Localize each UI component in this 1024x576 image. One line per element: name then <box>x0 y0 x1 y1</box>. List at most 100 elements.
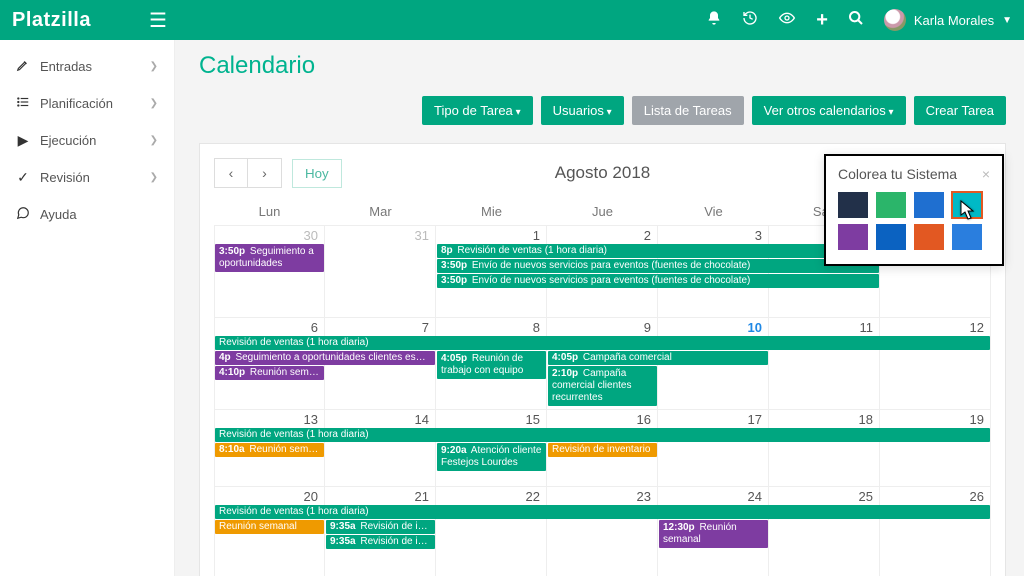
task-type-dropdown[interactable]: Tipo de Tarea <box>422 96 533 125</box>
menu-toggle-icon[interactable]: ☰ <box>149 8 167 33</box>
day-cell[interactable]: 22 <box>436 487 547 576</box>
prev-month-button[interactable]: ‹ <box>214 158 248 188</box>
calendar-event[interactable]: 4p Seguimiento a oportunidades clientes … <box>215 351 435 365</box>
calendar-event[interactable]: Revisión de ventas (1 hora diaria) <box>215 336 990 350</box>
users-dropdown[interactable]: Usuarios <box>541 96 624 125</box>
color-swatch[interactable] <box>876 192 906 218</box>
sidebar-item-ayuda[interactable]: Ayuda <box>0 196 174 233</box>
calendar-event[interactable]: 4:05p Campaña comercial <box>548 351 768 365</box>
user-name: Karla Morales <box>914 13 994 28</box>
day-cell[interactable]: 19 <box>880 410 991 486</box>
calendar-event[interactable]: 8:10a Reunión semanal <box>215 443 324 457</box>
plus-icon[interactable]: + <box>816 9 828 32</box>
day-number: 8 <box>436 318 546 335</box>
dow-cell: Mie <box>436 204 547 219</box>
calendar-event[interactable]: 3:50p Envío de nuevos servicios para eve… <box>437 274 879 288</box>
color-swatch[interactable] <box>914 192 944 218</box>
day-cell[interactable]: 31 <box>325 226 436 317</box>
day-cell[interactable]: 26 <box>880 487 991 576</box>
event-time: 3:50p <box>441 275 467 286</box>
day-number: 14 <box>325 410 435 427</box>
event-time: 4p <box>219 352 231 363</box>
eye-icon[interactable] <box>778 10 796 31</box>
day-number: 11 <box>769 318 879 335</box>
day-number: 26 <box>880 487 990 504</box>
calendar-event[interactable]: 4:10p Reunión semanal <box>215 366 324 380</box>
day-number: 17 <box>658 410 768 427</box>
day-number: 31 <box>325 226 435 243</box>
day-number: 1 <box>436 226 546 243</box>
calendar-event[interactable]: 3:50p Seguimiento a oportunidades <box>215 244 324 272</box>
create-task-button[interactable]: Crear Tarea <box>914 96 1006 125</box>
calendar-event[interactable]: Revisión de ventas (1 hora diaria) <box>215 505 990 519</box>
calendar-event[interactable]: 4:05p Reunión de trabajo con equipo <box>437 351 546 379</box>
event-time: 12:30p <box>663 522 695 533</box>
day-cell[interactable]: 23 <box>547 487 658 576</box>
color-swatch[interactable] <box>952 224 982 250</box>
event-time: 9:35a <box>330 536 356 547</box>
color-swatch[interactable] <box>952 192 982 218</box>
calendar-event[interactable]: Reunión semanal <box>215 520 324 534</box>
popover-title: Colorea tu Sistema <box>838 166 957 182</box>
calendar-week: 20212223242526 Revisión de ventas (1 hor… <box>214 486 991 576</box>
event-title: Reunión semanal <box>247 367 324 378</box>
day-cell[interactable]: 14 <box>325 410 436 486</box>
sidebar-item-planificacion[interactable]: Planificación ❯ <box>0 85 174 122</box>
event-time: 4:05p <box>552 352 578 363</box>
event-time: 2:10p <box>552 368 578 379</box>
day-number: 25 <box>769 487 879 504</box>
app-logo: Platzilla <box>12 9 91 32</box>
event-title: Revisión de inventario <box>358 536 435 547</box>
check-icon: ✓ <box>16 169 30 186</box>
bell-icon[interactable] <box>706 10 722 31</box>
event-title: Revisión de ventas (1 hora diaria) <box>219 429 369 440</box>
calendar-event[interactable]: 9:35a Revisión de inventario <box>326 520 435 534</box>
event-title: Revisión de ventas (1 hora diaria) <box>219 337 369 348</box>
color-swatch[interactable] <box>838 192 868 218</box>
event-time: 8p <box>441 245 453 256</box>
sidebar: Entradas ❯ Planificación ❯ ▶Ejecución ❯ … <box>0 40 175 576</box>
task-list-button[interactable]: Lista de Tareas <box>632 96 744 125</box>
color-swatch[interactable] <box>838 224 868 250</box>
close-icon[interactable]: × <box>982 166 990 182</box>
calendar-event[interactable]: 9:35a Revisión de inventario <box>326 535 435 549</box>
sidebar-item-label: Ayuda <box>40 207 77 222</box>
day-number: 9 <box>547 318 657 335</box>
next-month-button[interactable]: › <box>248 158 282 188</box>
event-time: 4:05p <box>441 353 467 364</box>
color-swatch[interactable] <box>914 224 944 250</box>
day-cell[interactable]: 18 <box>769 410 880 486</box>
chevron-down-icon: ▼ <box>1002 15 1012 26</box>
color-swatch[interactable] <box>876 224 906 250</box>
history-icon[interactable] <box>742 10 758 31</box>
day-cell[interactable]: 11 <box>769 318 880 409</box>
other-calendars-dropdown[interactable]: Ver otros calendarios <box>752 96 906 125</box>
calendar-event[interactable]: Revisión de ventas (1 hora diaria) <box>215 428 990 442</box>
day-number: 6 <box>215 318 324 335</box>
day-number: 7 <box>325 318 435 335</box>
avatar <box>884 9 906 31</box>
calendar-event[interactable]: 12:30p Reunión semanal <box>659 520 768 548</box>
calendar-event[interactable]: 9:20a Atención cliente Festejos Lourdes <box>437 443 546 471</box>
edit-icon <box>16 58 30 75</box>
event-title: Envío de nuevos servicios para eventos (… <box>469 275 750 286</box>
chevron-right-icon: ❯ <box>150 61 158 72</box>
sidebar-item-ejecucion[interactable]: ▶Ejecución ❯ <box>0 122 174 159</box>
day-number: 3 <box>658 226 768 243</box>
day-number: 21 <box>325 487 435 504</box>
calendar-event[interactable]: Revisión de inventario <box>548 443 657 457</box>
today-button[interactable]: Hoy <box>292 159 342 188</box>
search-icon[interactable] <box>848 10 864 31</box>
chevron-right-icon: ❯ <box>150 98 158 109</box>
sidebar-item-revision[interactable]: ✓Revisión ❯ <box>0 159 174 196</box>
day-number: 15 <box>436 410 546 427</box>
event-title: Revisión de ventas (1 hora diaria) <box>219 506 369 517</box>
day-cell[interactable]: 25 <box>769 487 880 576</box>
calendar-event[interactable]: 3:50p Envío de nuevos servicios para eve… <box>437 259 879 273</box>
calendar-event[interactable]: 2:10p Campaña comercial clientes recurre… <box>548 366 657 406</box>
sidebar-item-entradas[interactable]: Entradas ❯ <box>0 48 174 85</box>
day-cell[interactable]: 12 <box>880 318 991 409</box>
day-cell[interactable]: 17 <box>658 410 769 486</box>
user-menu[interactable]: Karla Morales ▼ <box>884 9 1012 31</box>
color-popover: Colorea tu Sistema × <box>824 154 1004 266</box>
